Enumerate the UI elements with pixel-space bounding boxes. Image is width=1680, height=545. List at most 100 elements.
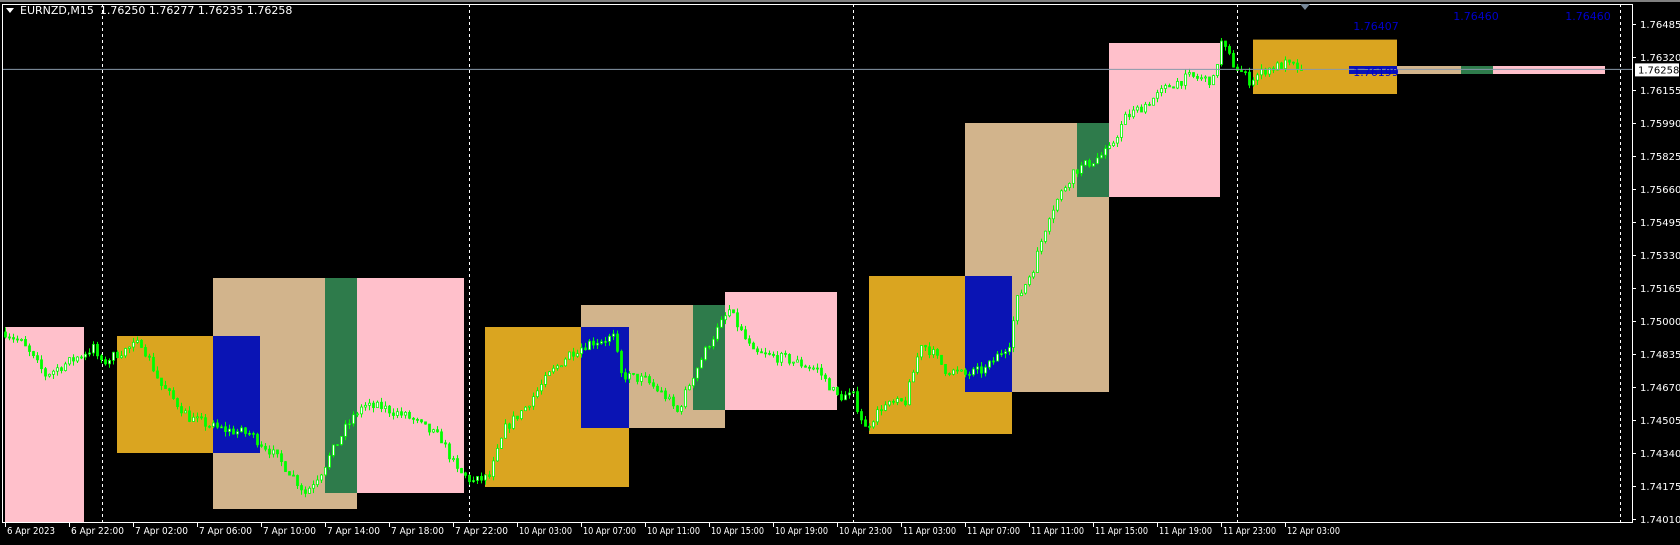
candle-body-bear [268,448,271,455]
candle-body-bull [1044,230,1047,242]
x-tick-label: 10 Apr 19:00 [775,526,828,537]
candle-body-bull [84,353,87,358]
candle-body-bear [96,343,99,357]
candle-body-bull [1084,160,1087,166]
candle-body-bear [892,400,895,403]
candle-body-bull [628,373,631,380]
candle-body-bull [1036,250,1039,273]
candle-body-bear [868,425,871,428]
candle-body-bull [128,346,131,349]
chart-shift-marker-icon[interactable] [1300,4,1310,10]
candle-body-bull [512,415,515,429]
candle-body-bear [784,352,787,355]
candle [500,437,503,450]
zone-box-pink[interactable] [5,327,84,523]
zone-box-pink[interactable] [357,278,464,493]
candle-body-bull [340,435,343,445]
candle-body-bull [504,423,507,439]
candle [464,471,467,479]
candle [1028,275,1031,287]
candle-body-bull [220,426,223,429]
zone-box-pink[interactable] [1493,66,1605,74]
zone-box-blue[interactable] [213,336,260,453]
candle-body-bear [1248,71,1251,86]
candle [288,471,291,476]
candle [524,406,527,412]
candle-body-bear [632,373,635,375]
candle-body-bull [896,398,899,403]
candle [84,351,87,361]
x-tick-label: 7 Apr 22:00 [455,526,508,537]
price-chart[interactable]: 1.76407 1.76199 1.76460 1.76460 1.76485 1.763… [0,0,1680,545]
candle-body-bear [744,329,747,340]
zone-box-tan[interactable] [1397,66,1461,74]
x-tick-label: 11 Apr 23:00 [1223,526,1276,537]
candle-body-bull [692,377,695,387]
candle-body-bear [372,402,375,409]
candle [476,476,479,484]
candle-body-bull [1060,190,1063,200]
candle-body-bull [112,351,115,361]
candle-body-bear [200,416,203,419]
candle-body-bear [1292,61,1295,64]
candle-body-bull [568,351,571,360]
x-tick-label: 10 Apr 15:00 [711,526,764,537]
candle-body-bull [1144,103,1147,113]
candle-body-bear [260,444,263,447]
candle-body-bull [848,392,851,396]
top-bar [0,0,1680,2]
candle-body-bull [1120,124,1123,138]
candle-body-bull [492,460,495,477]
candle-body-bull [500,437,503,449]
candle-body-bull [248,432,251,435]
x-tick-label: 10 Apr 07:00 [583,526,636,537]
candle-body-bull [120,355,123,359]
x-tick-label: 7 Apr 10:00 [263,526,316,537]
candle-body-bear [1232,52,1235,68]
zone-box-green[interactable] [1461,66,1493,74]
zone-box-green[interactable] [1077,123,1109,197]
candle [564,357,567,367]
candle-body-bear [1128,113,1131,118]
level-label: 1.76460 [1453,10,1499,23]
zone-box-gold[interactable] [117,336,213,453]
candle-body-bear [1208,76,1211,86]
candle-body-bull [1104,148,1107,156]
candle-body-bull [1004,351,1007,354]
zone-box-pink[interactable] [725,292,837,410]
candle-body-bear [28,345,31,352]
candle-body-bear [776,355,779,363]
x-tick-label: 10 Apr 11:00 [647,526,700,537]
candle-body-bear [748,338,751,344]
y-tick-label: 1.75000 [1640,317,1680,328]
candle [940,354,943,366]
candle-body-bull [88,352,91,355]
candle-body-bear [292,474,295,477]
candle-body-bull [560,365,563,368]
candle-body-bear [964,369,967,375]
candle-body-bull [348,423,351,426]
candle-body-bear [256,433,259,446]
candle-body-bull [476,476,479,481]
candle-body-bull [916,356,919,373]
candle [1216,64,1219,78]
candle-body-bull [684,389,687,408]
candle-body-bear [244,427,247,434]
candle-body-bull [1096,157,1099,164]
candle [140,339,143,348]
x-tick-label: 7 Apr 14:00 [327,526,380,537]
candle-body-bull [56,367,59,372]
candle-body-bull [312,484,315,489]
candle-body-bear [644,375,647,378]
candle-body-bull [212,422,215,427]
candle-body-bear [424,421,427,425]
candle-body-bear [148,355,151,358]
candle-body-bear [156,370,159,379]
candle-body-bear [1196,75,1199,79]
x-tick-label: 7 Apr 18:00 [391,526,444,537]
y-tick-label: 1.75825 [1640,152,1680,163]
candle-body-bull [324,466,327,476]
zone-box-blue[interactable] [965,276,1012,392]
candle-body-bear [380,401,383,409]
candle-body-bull [196,416,199,419]
